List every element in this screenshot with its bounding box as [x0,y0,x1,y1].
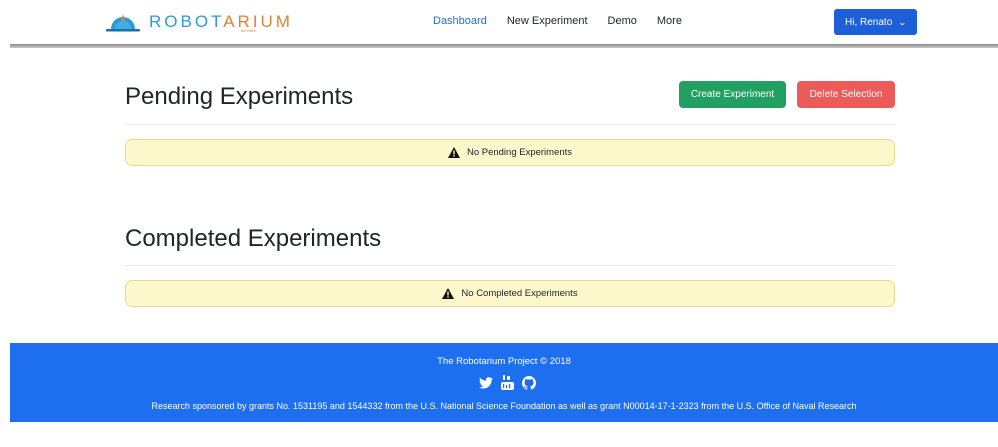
brand-tagline: be there. [241,27,257,33]
nav-dashboard[interactable]: Dashboard [433,15,487,27]
nav-more[interactable]: More [657,15,682,27]
site-footer: The Robotarium Project © 2018 Research s… [10,343,998,422]
pending-divider [125,124,895,125]
top-navbar: ROBOTARIUM be there. Dashboard New Exper… [0,0,998,44]
main-nav: Dashboard New Experiment Demo More [433,15,702,27]
brand-name-part1: ROBOT [149,11,224,31]
delete-selection-button[interactable]: Delete Selection [797,81,895,108]
completed-divider [125,265,895,266]
pending-empty-message: No Pending Experiments [466,147,573,158]
user-menu-label: Hi, Renato [845,16,893,28]
completed-empty-message: No Completed Experiments [461,288,578,299]
completed-experiments-title: Completed Experiments [125,225,382,252]
chevron-down-icon: ⌄ [897,17,908,27]
brand-logo-link[interactable]: ROBOTARIUM be there. [103,9,293,33]
warning-icon [447,147,460,158]
github-icon[interactable] [522,375,536,390]
brand-wordmark: ROBOTARIUM be there. [149,11,293,33]
pending-empty-alert: No Pending Experiments [125,139,895,166]
brand-name-part2: ARIUM [223,11,293,31]
create-experiment-button[interactable]: Create Experiment [679,81,786,108]
completed-empty-alert: No Completed Experiments [125,280,895,307]
robotarium-logo-icon [106,14,140,32]
footer-social-links [479,375,544,390]
youtube-icon[interactable] [501,375,514,390]
pending-experiments-title: Pending Experiments [125,83,354,110]
navbar-shadow [10,44,998,48]
nav-demo[interactable]: Demo [608,15,637,27]
twitter-icon[interactable] [479,376,493,389]
warning-icon [442,288,455,299]
user-menu-button[interactable]: Hi, Renato ⌄ [834,9,917,35]
nav-new-experiment[interactable]: New Experiment [507,15,588,27]
footer-research-note: Research sponsored by grants No. 1531195… [151,401,857,411]
footer-copyright: The Robotarium Project © 2018 [437,356,571,367]
